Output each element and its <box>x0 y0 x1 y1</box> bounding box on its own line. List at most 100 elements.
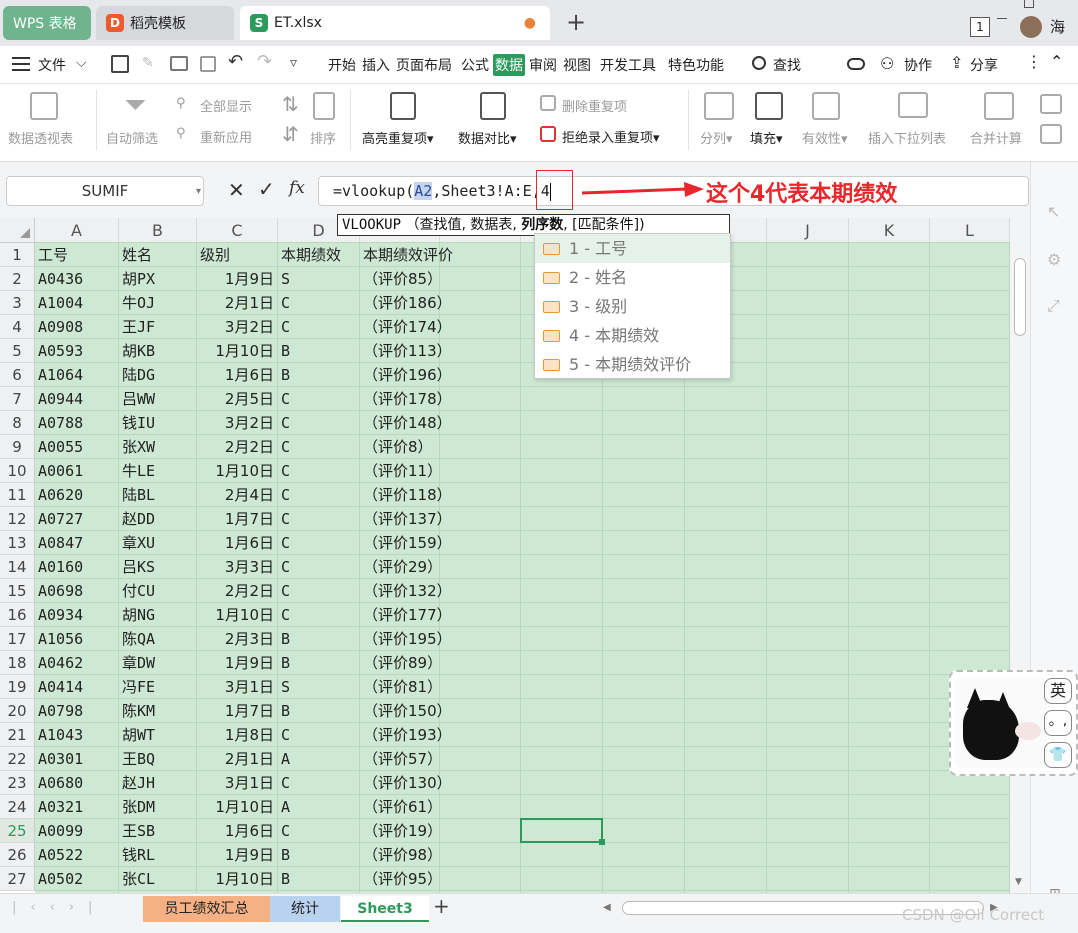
cell-name[interactable]: 张DM <box>122 795 155 819</box>
ime-widget[interactable]: 英 。, 👕 <box>949 670 1078 776</box>
row-header[interactable]: 10 <box>0 459 35 483</box>
add-sheet-button[interactable]: + <box>433 894 450 918</box>
row-header[interactable]: 27 <box>0 867 35 891</box>
format-painter-icon[interactable]: ✎ <box>142 55 154 71</box>
row-header[interactable]: 15 <box>0 579 35 603</box>
delete-duplicates-button[interactable]: 删除重复项 <box>562 96 627 115</box>
cell-evaluation[interactable]: （评价137） <box>363 507 452 531</box>
save-icon[interactable] <box>111 55 129 73</box>
cell-employee-id[interactable]: A0321 <box>38 795 83 819</box>
cell-evaluation[interactable]: （评价186） <box>363 291 452 315</box>
cell-employee-id[interactable]: A0620 <box>38 483 83 507</box>
sort-asc-icon[interactable]: ⇅ <box>282 92 299 116</box>
cell-name[interactable]: 张CL <box>122 867 155 891</box>
cell-performance[interactable]: B <box>281 339 290 363</box>
redo-icon[interactable]: ↷ <box>257 51 272 72</box>
cell-employee-id[interactable]: A0061 <box>38 459 83 483</box>
cell-employee-id[interactable]: A1064 <box>38 363 83 387</box>
cell-name[interactable]: 章DW <box>122 651 155 675</box>
cell-employee-id[interactable]: A0160 <box>38 555 83 579</box>
cell-name[interactable]: 牛OJ <box>122 291 155 315</box>
column-header-A[interactable]: A <box>35 218 119 243</box>
highlight-duplicates-button[interactable]: 高亮重复项▾ <box>362 128 434 147</box>
cell-name[interactable]: 付CU <box>122 579 155 603</box>
cell-evaluation[interactable]: （评价89） <box>363 651 442 675</box>
hscroll-left-icon[interactable]: ◀ <box>603 902 611 913</box>
cell-evaluation[interactable]: （评价85） <box>363 267 442 291</box>
chevron-down-icon[interactable]: ⌵ <box>76 55 87 71</box>
cell-name[interactable]: 赵DD <box>122 507 155 531</box>
cell-level[interactable]: 3月2日 <box>197 411 274 435</box>
window-count-badge[interactable]: 1 <box>970 17 990 37</box>
cell-name[interactable]: 陆BL <box>122 483 155 507</box>
column-header-L[interactable]: L <box>930 218 1010 243</box>
share-label[interactable]: 分享 <box>970 55 998 75</box>
cell-level[interactable]: 1月9日 <box>197 651 274 675</box>
cell-performance[interactable]: B <box>281 699 290 723</box>
cell-level[interactable]: 1月9日 <box>197 843 274 867</box>
tab-et-file[interactable]: S ET.xlsx ● <box>240 6 550 40</box>
ime-lang-toggle[interactable]: 英 <box>1044 678 1072 704</box>
cell-performance[interactable]: C <box>281 411 290 435</box>
ime-skin-icon[interactable]: 👕 <box>1044 742 1072 768</box>
minimize-icon[interactable] <box>997 18 1007 19</box>
spreadsheet-grid[interactable]: ABCDEFGHIJKL 123456789101112131415161718… <box>0 218 1010 893</box>
menu-home[interactable]: 开始 <box>328 55 356 75</box>
cell-performance[interactable]: C <box>281 819 290 843</box>
row-header[interactable]: 23 <box>0 771 35 795</box>
cell-name[interactable]: 吕KS <box>122 555 155 579</box>
cell-level[interactable]: 1月10日 <box>197 603 274 627</box>
autofilter-button[interactable]: 自动筛选 <box>106 128 158 147</box>
cell-performance[interactable]: C <box>281 387 290 411</box>
row-header[interactable]: 7 <box>0 387 35 411</box>
cell-name[interactable]: 牛LE <box>122 459 155 483</box>
cell-performance[interactable]: C <box>281 315 290 339</box>
cell-name[interactable]: 张XW <box>122 435 155 459</box>
cell-name[interactable]: 王SB <box>122 819 155 843</box>
name-box-dropdown-icon[interactable]: ▾ <box>196 186 201 197</box>
cell-name[interactable]: 陆DG <box>122 363 155 387</box>
active-cell-F25[interactable] <box>520 818 605 845</box>
sheet-nav-icons[interactable]: |‹‹›| <box>12 900 106 915</box>
row-header[interactable]: 14 <box>0 555 35 579</box>
cell-name[interactable]: 钱RL <box>122 843 155 867</box>
row-header[interactable]: 3 <box>0 291 35 315</box>
menu-view[interactable]: 视图 <box>563 55 591 75</box>
show-all-button[interactable]: 全部显示 <box>200 96 252 115</box>
sort-button[interactable]: 排序 <box>310 128 336 147</box>
pivot-table-button[interactable]: 数据透视表 <box>8 128 73 147</box>
cell-level[interactable]: 1月10日 <box>197 339 274 363</box>
cell-performance[interactable]: C <box>281 579 290 603</box>
reject-duplicates-button[interactable]: 拒绝录入重复项▾ <box>562 127 660 146</box>
merge-calc-button[interactable]: 合并计算 <box>970 128 1022 147</box>
cell-name[interactable]: 钱IU <box>122 411 155 435</box>
cell-evaluation[interactable]: （评价150） <box>363 699 452 723</box>
cell-evaluation[interactable]: （评价148） <box>363 411 452 435</box>
cell-level[interactable]: 3月1日 <box>197 771 274 795</box>
row-header[interactable]: 21 <box>0 723 35 747</box>
row-header[interactable]: 19 <box>0 675 35 699</box>
cell-employee-id[interactable]: A0727 <box>38 507 83 531</box>
cell-name[interactable]: 王JF <box>122 315 155 339</box>
cell-employee-id[interactable]: A1056 <box>38 627 83 651</box>
menu-page-layout[interactable]: 页面布局 <box>396 55 452 75</box>
search-label[interactable]: 查找 <box>773 55 801 75</box>
reapply-button[interactable]: 重新应用 <box>200 127 252 146</box>
cell-level[interactable]: 1月6日 <box>197 363 274 387</box>
cell-name[interactable]: 冯FE <box>122 675 155 699</box>
cell-performance[interactable]: C <box>281 507 290 531</box>
cancel-icon[interactable]: ✕ <box>228 178 245 202</box>
row-header[interactable]: 20 <box>0 699 35 723</box>
cell-level[interactable]: 1月10日 <box>197 459 274 483</box>
cell-level[interactable]: 1月7日 <box>197 699 274 723</box>
cell-evaluation[interactable]: （评价19） <box>363 819 442 843</box>
cell-level[interactable]: 2月1日 <box>197 747 274 771</box>
share-icon[interactable]: ⇪ <box>950 53 963 72</box>
cell-evaluation[interactable]: （评价57） <box>363 747 442 771</box>
row-header[interactable]: 9 <box>0 435 35 459</box>
cell-evaluation[interactable]: （评价132） <box>363 579 452 603</box>
cell-evaluation[interactable]: （评价196） <box>363 363 452 387</box>
row-header[interactable]: 24 <box>0 795 35 819</box>
cell-evaluation[interactable]: （评价195） <box>363 627 452 651</box>
cell-name[interactable]: 胡PX <box>122 267 155 291</box>
